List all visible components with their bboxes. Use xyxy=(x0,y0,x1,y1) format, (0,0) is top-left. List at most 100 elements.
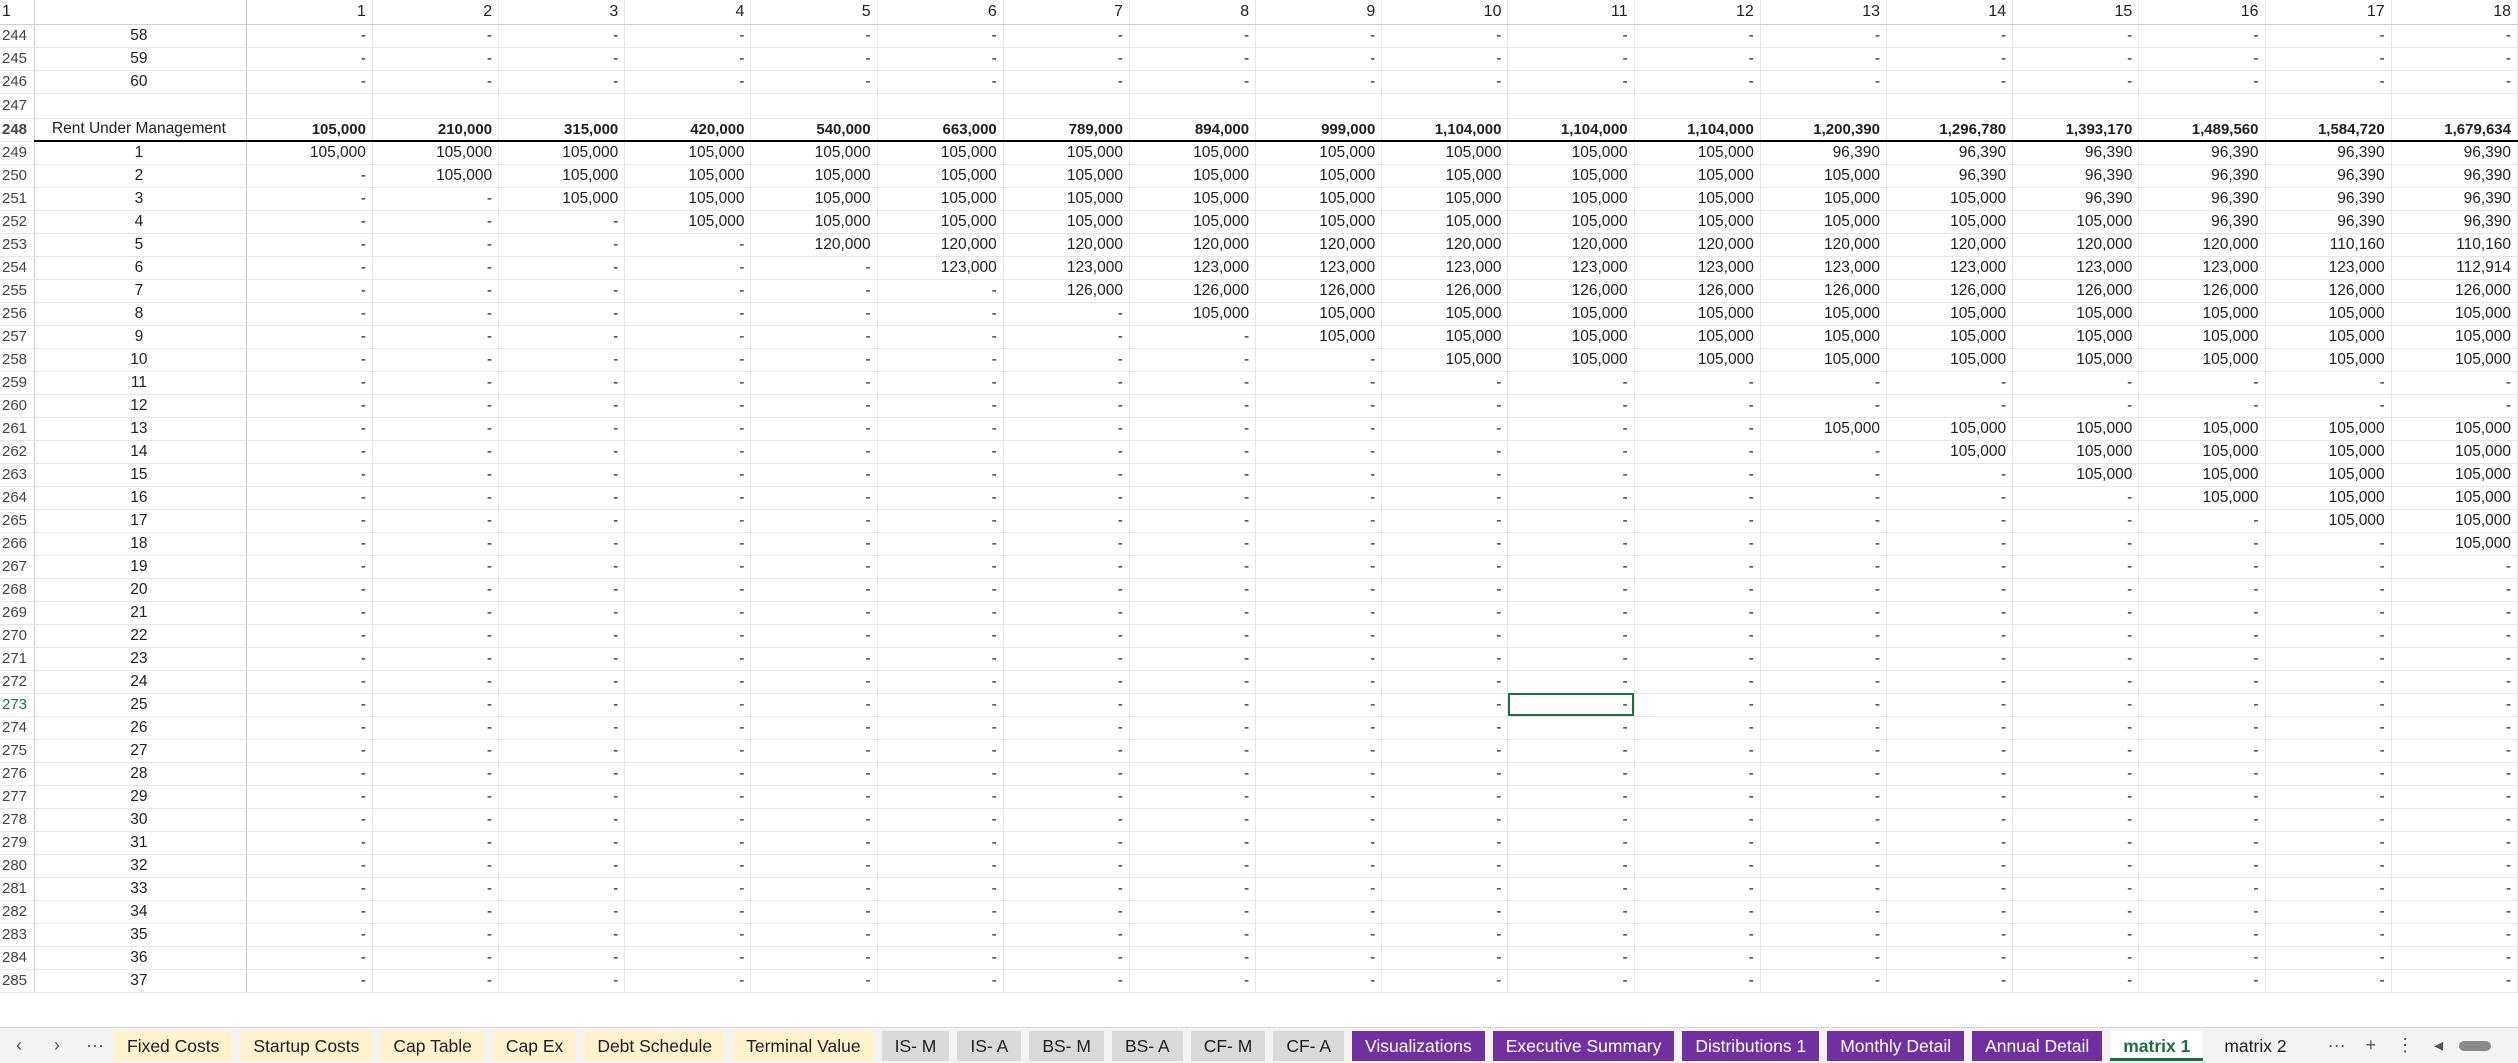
value-cell[interactable]: - xyxy=(750,877,878,901)
value-cell[interactable]: - xyxy=(1634,647,1761,671)
value-cell[interactable]: 894,000 xyxy=(1129,118,1257,142)
value-cell[interactable]: 105,000 xyxy=(1255,164,1383,188)
value-cell[interactable]: - xyxy=(2265,854,2392,878)
value-cell[interactable]: - xyxy=(2138,394,2266,418)
value-cell[interactable] xyxy=(1760,93,1887,119)
value-cell[interactable]: 105,000 xyxy=(1255,210,1383,234)
value-cell[interactable]: - xyxy=(246,578,373,602)
value-cell[interactable]: 105,000 xyxy=(2138,417,2266,441)
value-cell[interactable]: - xyxy=(2012,647,2140,671)
value-cell[interactable]: - xyxy=(1634,762,1761,786)
value-cell[interactable]: - xyxy=(498,555,626,579)
value-cell[interactable]: - xyxy=(877,302,1004,326)
value-cell[interactable]: - xyxy=(372,900,500,924)
value-cell[interactable]: - xyxy=(246,555,373,579)
value-cell[interactable]: - xyxy=(372,601,500,625)
value-cell[interactable]: - xyxy=(1003,601,1130,625)
value-cell[interactable]: - xyxy=(2391,693,2518,717)
value-cell[interactable]: 789,000 xyxy=(1003,118,1130,142)
value-cell[interactable]: - xyxy=(2265,371,2392,395)
value-cell[interactable]: - xyxy=(1381,532,1509,556)
value-cell[interactable]: - xyxy=(1129,969,1257,993)
value-cell[interactable]: 105,000 xyxy=(2138,302,2266,326)
value-cell[interactable]: 105,000 xyxy=(2012,417,2140,441)
value-cell[interactable]: - xyxy=(750,348,878,372)
row-number[interactable]: 245 xyxy=(0,47,36,71)
value-cell[interactable]: - xyxy=(1003,394,1130,418)
value-cell[interactable]: 1,489,560 xyxy=(2138,118,2266,142)
value-cell[interactable] xyxy=(624,93,752,119)
row-number[interactable]: 259 xyxy=(0,371,36,395)
value-cell[interactable]: - xyxy=(1507,24,1635,48)
value-cell[interactable]: - xyxy=(246,279,373,303)
value-cell[interactable]: 126,000 xyxy=(2265,279,2392,303)
value-cell[interactable]: - xyxy=(246,164,373,188)
value-cell[interactable]: 120,000 xyxy=(750,233,878,257)
column-number-header[interactable]: 11 xyxy=(1507,0,1635,25)
value-cell[interactable]: - xyxy=(1129,877,1257,901)
value-cell[interactable]: - xyxy=(2012,739,2140,763)
row-number[interactable]: 257 xyxy=(0,325,36,349)
value-cell[interactable]: - xyxy=(1003,762,1130,786)
value-cell[interactable]: - xyxy=(1003,785,1130,809)
value-cell[interactable]: - xyxy=(750,831,878,855)
value-cell[interactable]: - xyxy=(1255,785,1383,809)
row-label-cell[interactable]: 28 xyxy=(34,762,247,786)
row-number[interactable]: 270 xyxy=(0,624,36,648)
value-cell[interactable]: - xyxy=(624,532,752,556)
value-cell[interactable]: - xyxy=(1129,486,1257,510)
column-number-header[interactable]: 13 xyxy=(1760,0,1887,25)
value-cell[interactable]: - xyxy=(624,969,752,993)
value-cell[interactable]: 105,000 xyxy=(2138,463,2266,487)
value-cell[interactable]: - xyxy=(372,348,500,372)
value-cell[interactable]: - xyxy=(1129,762,1257,786)
value-cell[interactable]: - xyxy=(372,371,500,395)
value-cell[interactable]: 1,393,170 xyxy=(2012,118,2140,142)
value-cell[interactable]: - xyxy=(1507,808,1635,832)
value-cell[interactable]: - xyxy=(1003,900,1130,924)
value-cell[interactable]: - xyxy=(2265,900,2392,924)
value-cell[interactable]: - xyxy=(2012,24,2140,48)
value-cell[interactable]: - xyxy=(750,716,878,740)
value-cell[interactable]: - xyxy=(498,946,626,970)
value-cell[interactable]: - xyxy=(1129,24,1257,48)
row-label-cell[interactable]: 33 xyxy=(34,877,247,901)
value-cell[interactable]: - xyxy=(498,233,626,257)
value-cell[interactable]: - xyxy=(2265,47,2392,71)
value-cell[interactable]: - xyxy=(2012,693,2140,717)
value-cell[interactable]: 105,000 xyxy=(1129,187,1257,211)
value-cell[interactable]: 105,000 xyxy=(1886,302,2014,326)
value-cell[interactable]: - xyxy=(246,670,373,694)
value-cell[interactable]: - xyxy=(1634,670,1761,694)
value-cell[interactable]: - xyxy=(372,831,500,855)
row-number[interactable]: 269 xyxy=(0,601,36,625)
value-cell[interactable]: - xyxy=(246,785,373,809)
sheet-tab[interactable]: Cap Table xyxy=(380,1030,485,1061)
value-cell[interactable]: 96,390 xyxy=(2265,164,2392,188)
value-cell[interactable]: - xyxy=(1129,670,1257,694)
value-cell[interactable]: 105,000 xyxy=(2391,486,2518,510)
value-cell[interactable]: - xyxy=(1886,371,2014,395)
value-cell[interactable]: - xyxy=(1003,946,1130,970)
value-cell[interactable]: - xyxy=(1760,371,1887,395)
value-cell[interactable]: - xyxy=(2265,739,2392,763)
value-cell[interactable]: - xyxy=(246,302,373,326)
value-cell[interactable]: - xyxy=(1507,463,1635,487)
value-cell[interactable]: - xyxy=(877,946,1004,970)
row-label-cell[interactable]: 37 xyxy=(34,969,247,993)
value-cell[interactable]: - xyxy=(1634,716,1761,740)
value-cell[interactable]: - xyxy=(877,693,1004,717)
value-cell[interactable]: 105,000 xyxy=(1129,141,1257,165)
sheet-tab[interactable]: Monthly Detail xyxy=(1827,1030,1965,1061)
value-cell[interactable]: - xyxy=(877,670,1004,694)
value-cell[interactable]: - xyxy=(1634,463,1761,487)
value-cell[interactable]: - xyxy=(1507,969,1635,993)
row-label-cell[interactable]: 35 xyxy=(34,923,247,947)
value-cell[interactable]: - xyxy=(2391,877,2518,901)
value-cell[interactable]: - xyxy=(372,24,500,48)
value-cell[interactable]: - xyxy=(1886,394,2014,418)
value-cell[interactable]: 126,000 xyxy=(1129,279,1257,303)
value-cell[interactable]: - xyxy=(1634,509,1761,533)
value-cell[interactable]: - xyxy=(1003,325,1130,349)
value-cell[interactable]: - xyxy=(498,210,626,234)
